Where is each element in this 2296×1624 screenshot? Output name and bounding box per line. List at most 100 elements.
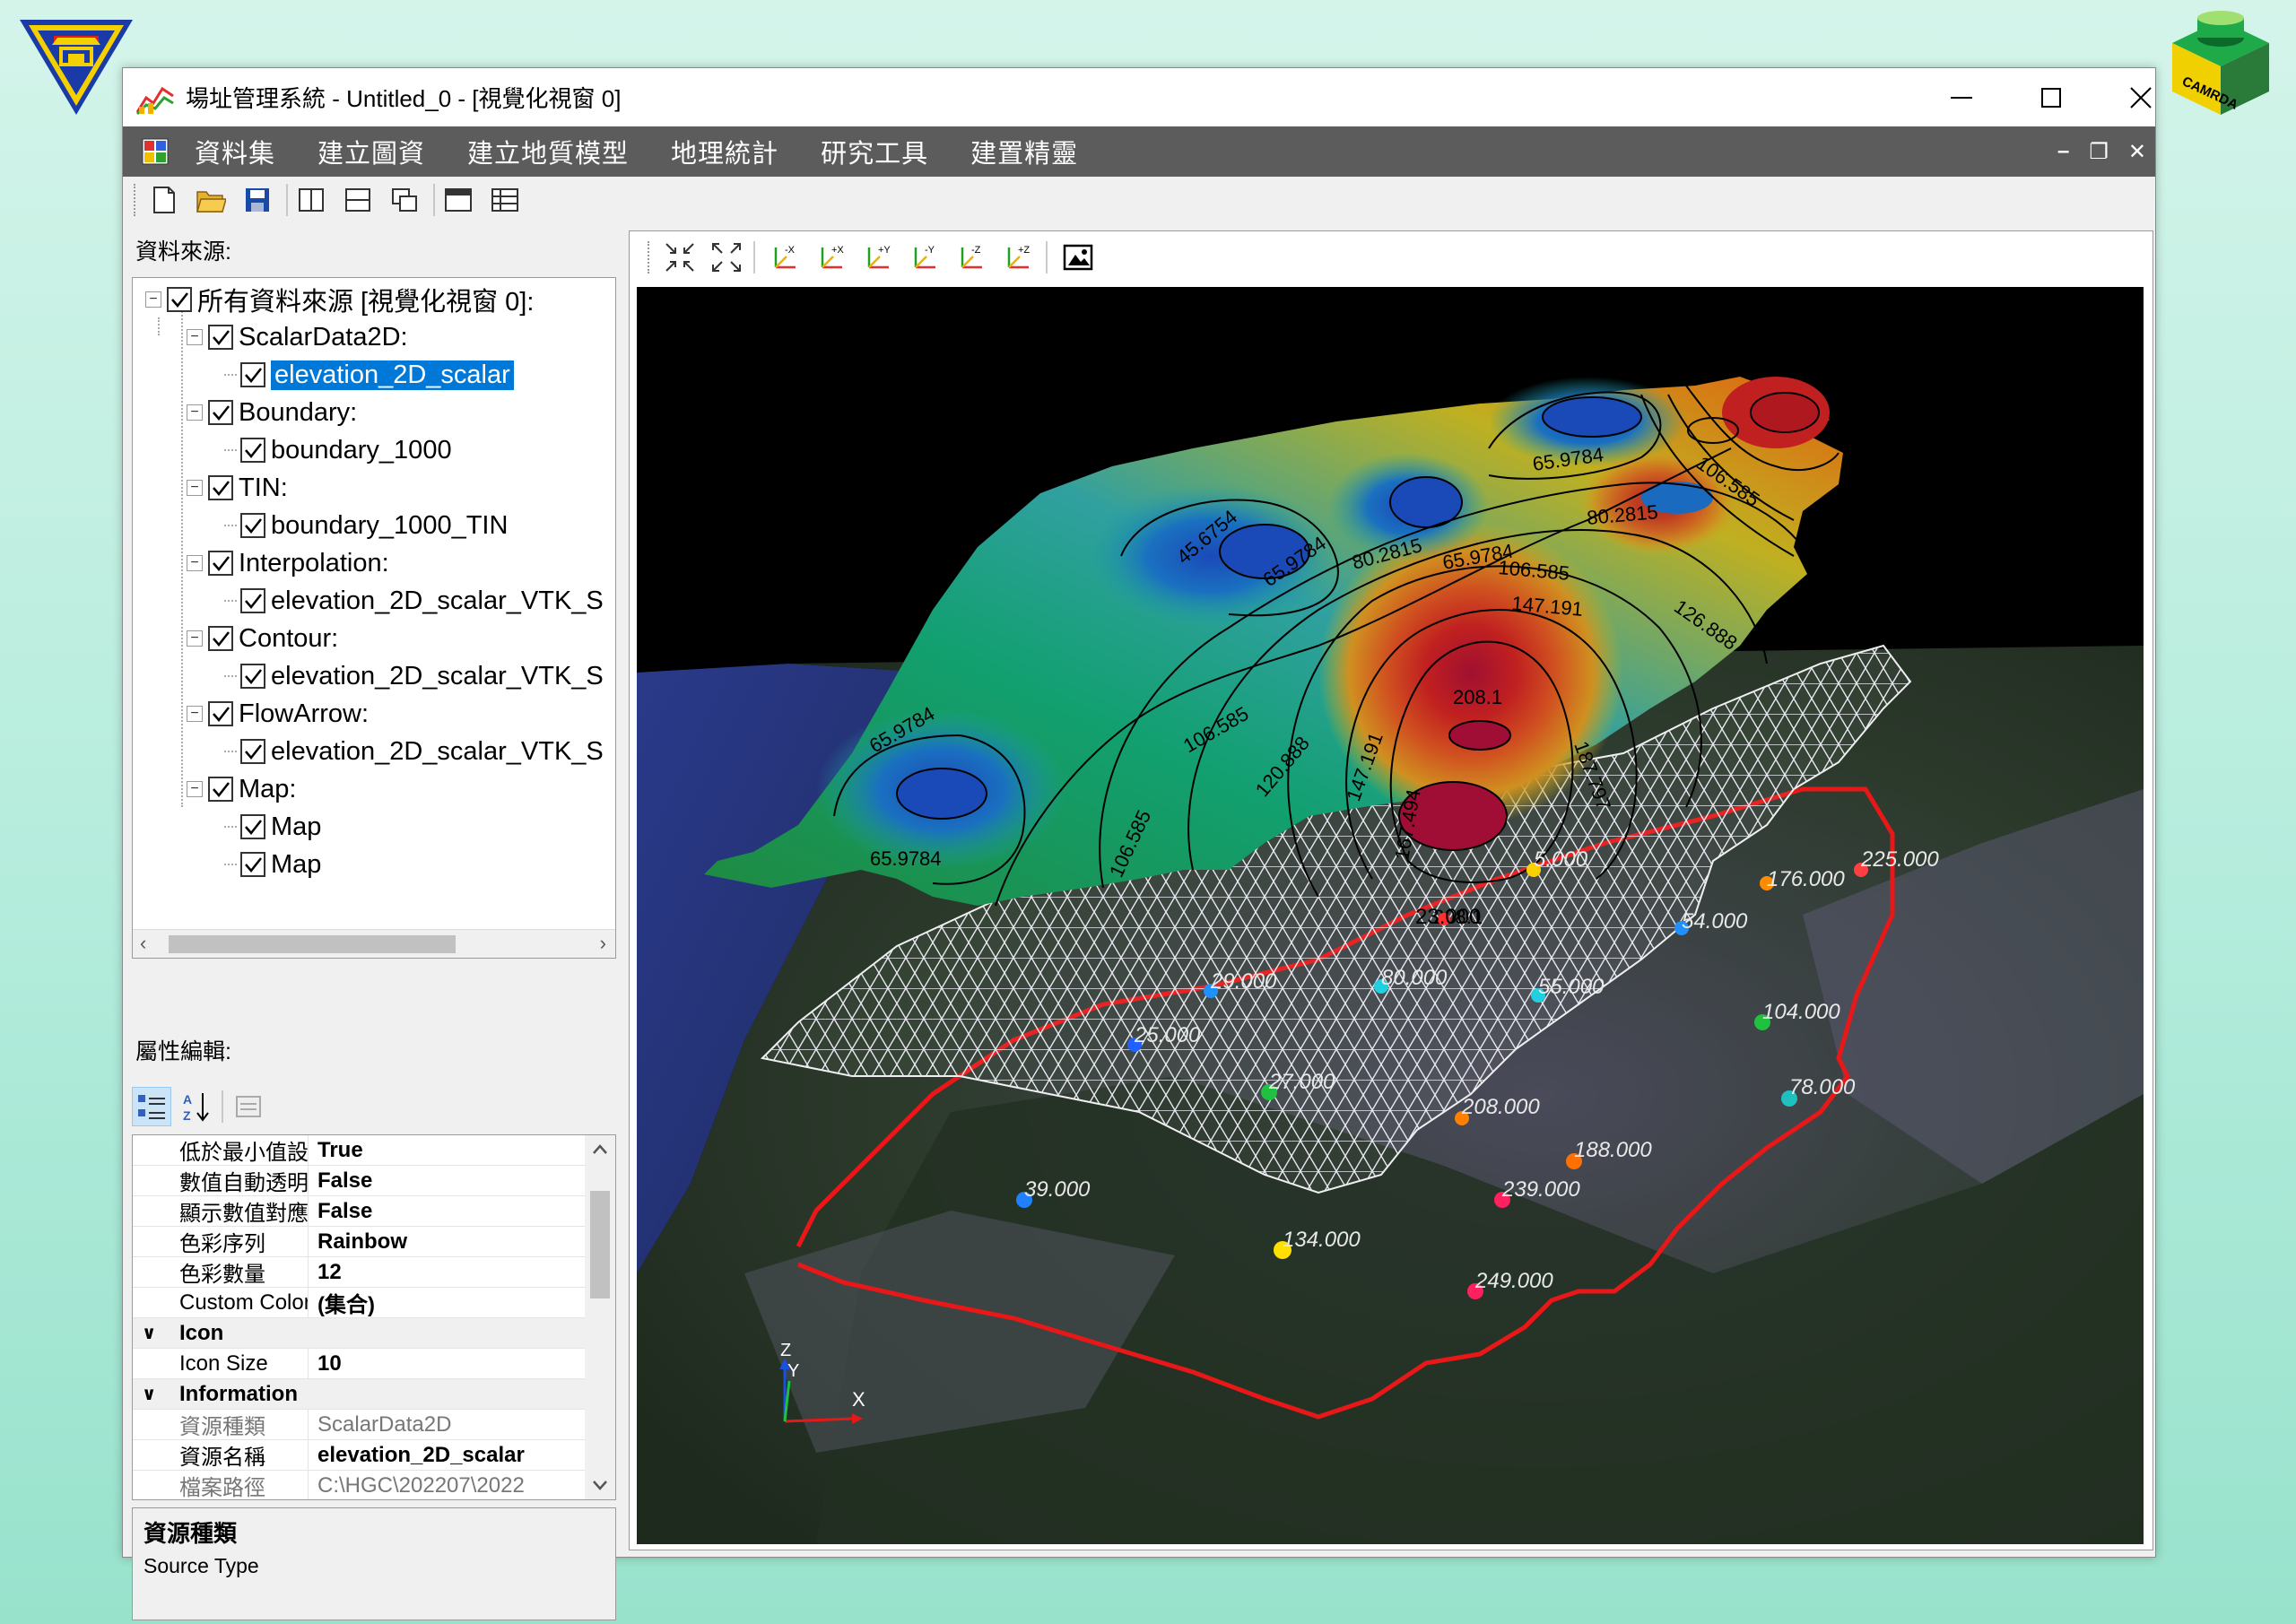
tree-item-elevation-scalar[interactable]: elevation_2D_scalar [224, 357, 514, 393]
checkbox-checked-icon[interactable] [240, 588, 265, 613]
property-pages-button[interactable] [229, 1087, 268, 1126]
view-minus-x-button[interactable]: -X [766, 238, 805, 277]
new-file-button[interactable] [146, 182, 182, 218]
property-row[interactable]: 顯示數值對應標 False [133, 1196, 587, 1227]
checkbox-checked-icon[interactable] [240, 852, 265, 877]
categorized-button[interactable] [132, 1087, 171, 1126]
mdi-minimize-button[interactable]: – [2057, 139, 2069, 164]
checkbox-checked-icon[interactable] [208, 626, 233, 651]
split-horizontal-button[interactable] [340, 182, 376, 218]
split-vertical-button[interactable] [293, 182, 329, 218]
checkbox-checked-icon[interactable] [240, 438, 265, 463]
collapse-icon[interactable]: − [187, 555, 203, 571]
tree-group-scalardata2d[interactable]: − ScalarData2D: [187, 319, 408, 355]
scroll-thumb[interactable] [169, 935, 456, 953]
window-layout-icon [445, 188, 472, 212]
menu-wizard[interactable]: 建置精靈 [970, 133, 1078, 170]
property-category-information[interactable]: ∨ Information [133, 1379, 587, 1410]
tree-group-map[interactable]: − Map: [187, 771, 296, 807]
mdi-window-icon[interactable] [141, 137, 170, 166]
tree-root[interactable]: − 所有資料來源 [視覺化視窗 0]: [145, 282, 534, 317]
tree-horizontal-scrollbar[interactable]: ‹ › [133, 929, 615, 958]
zoom-extents-button[interactable] [707, 238, 746, 277]
tree-item-tin[interactable]: boundary_1000_TIN [224, 508, 508, 543]
property-vertical-scrollbar[interactable] [585, 1135, 615, 1499]
checkbox-checked-icon[interactable] [208, 325, 233, 350]
property-category-icon-group[interactable]: ∨ Icon [133, 1318, 587, 1349]
3d-scene-view[interactable]: 65.9784 65.9784 80.2815 106.585 45.6754 … [637, 287, 2144, 1544]
tree-item-contour[interactable]: elevation_2D_scalar_VTK_S [224, 658, 604, 694]
property-row[interactable]: 數值自動透明分 False [133, 1166, 587, 1196]
property-row[interactable]: 資源種類 ScalarData2D [133, 1410, 587, 1440]
view-plus-y-button[interactable]: +Y [859, 238, 899, 277]
sort-az-button[interactable]: AZ [177, 1087, 216, 1126]
view-minus-z-button[interactable]: -Z [952, 238, 992, 277]
tree-group-contour[interactable]: − Contour: [187, 621, 338, 656]
save-button[interactable] [239, 182, 275, 218]
checkbox-checked-icon[interactable] [240, 664, 265, 689]
chevron-down-icon[interactable]: ∨ [142, 1322, 156, 1344]
maximize-button[interactable] [2006, 68, 2096, 126]
tree-item-boundary[interactable]: boundary_1000 [224, 432, 452, 468]
view-plus-z-button[interactable]: +Z [999, 238, 1039, 277]
collapse-icon[interactable]: − [187, 781, 203, 797]
checkbox-checked-icon[interactable] [208, 400, 233, 425]
collapse-icon[interactable]: − [187, 329, 203, 345]
scroll-right-icon[interactable]: › [600, 932, 606, 955]
scroll-down-icon[interactable] [585, 1474, 615, 1496]
mdi-restore-button[interactable]: ❐ [2089, 139, 2109, 165]
screenshot-button[interactable] [1058, 238, 1098, 277]
menu-build-geo-model[interactable]: 建立地質模型 [467, 133, 629, 170]
collapse-icon[interactable]: − [187, 706, 203, 722]
view-plus-x-button[interactable]: +X [813, 238, 852, 277]
window-title: 場址管理系統 - Untitled_0 - [視覺化視窗 0] [186, 85, 622, 112]
cascade-button[interactable] [387, 182, 422, 218]
zoom-in-button[interactable] [660, 238, 700, 277]
checkbox-checked-icon[interactable] [208, 777, 233, 802]
window-layout-button[interactable] [440, 182, 476, 218]
collapse-icon[interactable]: − [187, 404, 203, 421]
property-row[interactable]: Icon Size 10 [133, 1349, 587, 1379]
scroll-up-icon[interactable] [585, 1139, 615, 1160]
tree-group-tin[interactable]: − TIN: [187, 470, 288, 506]
menu-dataset[interactable]: 資料集 [195, 133, 275, 170]
checkbox-checked-icon[interactable] [240, 739, 265, 764]
tree-group-interpolation[interactable]: − Interpolation: [187, 545, 389, 581]
table-view-button[interactable] [487, 182, 523, 218]
property-row[interactable]: 色彩序列 Rainbow [133, 1227, 587, 1257]
checkbox-checked-icon[interactable] [208, 475, 233, 500]
view-minus-y-button[interactable]: -Y [906, 238, 945, 277]
toolbar-grip[interactable] [134, 184, 139, 216]
scroll-thumb[interactable] [590, 1191, 610, 1298]
tree-group-boundary[interactable]: − Boundary: [187, 395, 357, 430]
close-button[interactable] [2096, 68, 2186, 126]
property-row[interactable]: 檔案路徑 C:\HGC\202207\2022 [133, 1471, 587, 1499]
checkbox-checked-icon[interactable] [167, 287, 192, 312]
tree-item-map-2[interactable]: Map [224, 847, 321, 882]
tree-item-map-1[interactable]: Map [224, 809, 321, 845]
menu-build-map[interactable]: 建立圖資 [317, 133, 425, 170]
menu-geostatistics[interactable]: 地理統計 [671, 133, 778, 170]
tree-item-interpolation[interactable]: elevation_2D_scalar_VTK_S [224, 583, 604, 619]
scroll-left-icon[interactable]: ‹ [140, 932, 146, 955]
minimize-button[interactable] [1917, 68, 2006, 126]
checkbox-checked-icon[interactable] [240, 362, 265, 387]
property-row[interactable]: Custom Color Map (集合) [133, 1288, 587, 1318]
checkbox-checked-icon[interactable] [240, 814, 265, 839]
menu-research-tools[interactable]: 研究工具 [821, 133, 928, 170]
mdi-close-button[interactable]: ✕ [2128, 139, 2146, 165]
open-folder-button[interactable] [193, 182, 229, 218]
checkbox-checked-icon[interactable] [240, 513, 265, 538]
property-row[interactable]: 色彩數量 12 [133, 1257, 587, 1288]
collapse-icon[interactable]: − [187, 630, 203, 647]
tree-group-flowarrow[interactable]: − FlowArrow: [187, 696, 369, 732]
collapse-icon[interactable]: − [145, 291, 161, 308]
tree-item-flowarrow[interactable]: elevation_2D_scalar_VTK_S [224, 734, 604, 769]
checkbox-checked-icon[interactable] [208, 551, 233, 576]
property-row[interactable]: 低於最小值設為 True [133, 1135, 587, 1166]
checkbox-checked-icon[interactable] [208, 701, 233, 726]
property-row[interactable]: 資源名稱 elevation_2D_scalar [133, 1440, 587, 1471]
view-toolbar-grip[interactable] [648, 241, 653, 274]
chevron-down-icon[interactable]: ∨ [142, 1383, 156, 1405]
collapse-icon[interactable]: − [187, 480, 203, 496]
